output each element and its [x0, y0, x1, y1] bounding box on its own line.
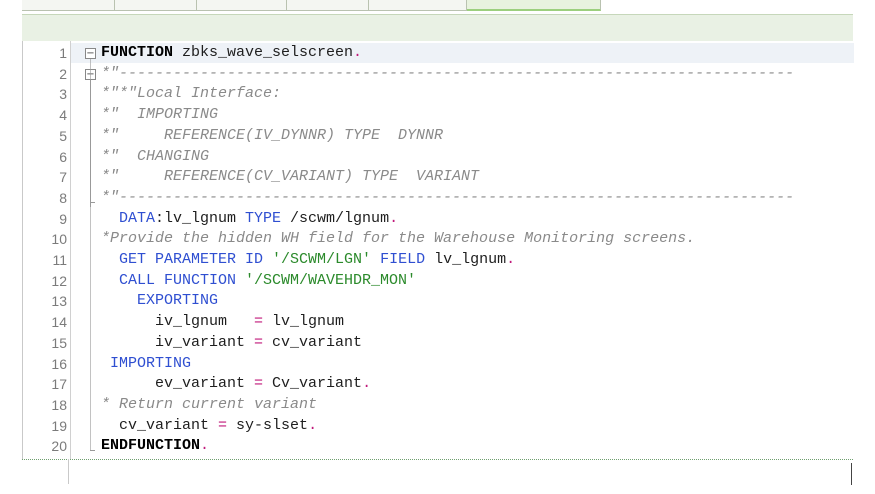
line-number: 12	[51, 272, 67, 289]
code-token: .	[362, 375, 372, 393]
collapse-toggle-icon[interactable]: −	[85, 48, 96, 59]
code-token: *" IMPORTING	[101, 106, 219, 124]
code-token: *"--------------------------------------…	[101, 188, 795, 206]
tab-active[interactable]	[467, 0, 601, 11]
code-line[interactable]: ev_variant = Cv_variant.	[101, 374, 371, 394]
code-line[interactable]: CALL FUNCTION '/SCWM/WAVEHDR_MON'	[101, 271, 416, 291]
gutter-separator-bottom	[68, 459, 69, 484]
code-token: IMPORTING	[101, 354, 192, 372]
code-line[interactable]: DATA:lv_lgnum TYPE /scwm/lgnum.	[101, 209, 398, 229]
code-token: =	[254, 375, 264, 393]
code-token: '/SCWM/LGN'	[272, 251, 372, 268]
line-number: 4	[59, 107, 67, 124]
line-number: 13	[51, 293, 67, 310]
code-token: *" CHANGING	[101, 147, 210, 165]
code-line[interactable]: IMPORTING	[101, 354, 191, 374]
line-number: 7	[59, 169, 67, 186]
code-token: =	[218, 416, 228, 434]
tab-5[interactable]	[369, 0, 467, 11]
line-number: 5	[59, 127, 67, 144]
scroll-edge-marker	[851, 463, 852, 485]
code-token: .	[389, 209, 399, 227]
code-line[interactable]: *" REFERENCE(IV_DYNNR) TYPE DYNNR	[101, 126, 443, 146]
code-line[interactable]: FUNCTION zbks_wave_selscreen.	[101, 43, 362, 63]
editor-bottom-border	[22, 459, 853, 461]
line-number: 19	[51, 417, 67, 434]
code-line[interactable]: ENDFUNCTION.	[101, 436, 209, 456]
line-number: 3	[59, 86, 67, 103]
tab-1[interactable]	[22, 0, 115, 11]
editor-toolbar	[22, 14, 853, 41]
tab-4[interactable]	[287, 0, 369, 11]
code-line[interactable]: EXPORTING	[101, 291, 218, 311]
code-token: cv_variant	[263, 333, 363, 351]
tab-strip	[0, 0, 853, 14]
code-token: /scwm/lgnum	[281, 209, 390, 227]
code-line[interactable]: *Provide the hidden WH field for the War…	[101, 229, 695, 249]
code-token: .	[506, 251, 516, 268]
line-number: 10	[51, 231, 67, 248]
code-token: *"*"Local Interface:	[101, 85, 282, 103]
code-line[interactable]: *" IMPORTING	[101, 105, 218, 125]
line-number: 8	[59, 189, 67, 206]
code-line[interactable]: *"*"Local Interface:	[101, 84, 281, 104]
code-token: iv_variant	[101, 333, 255, 351]
code-token: sy-slset	[227, 416, 309, 434]
code-token: *" REFERENCE(CV_VARIANT) TYPE VARIANT	[101, 168, 480, 186]
code-token: ENDFUNCTION	[101, 437, 201, 455]
code-token: ev_variant	[101, 375, 255, 393]
code-token: lv_lgnum	[263, 313, 345, 331]
line-number: 16	[51, 355, 67, 372]
line-number: 17	[51, 376, 67, 393]
code-token: =	[254, 333, 264, 351]
line-number: 6	[59, 148, 67, 165]
code-line[interactable]: *" CHANGING	[101, 147, 209, 167]
code-token: GET PARAMETER ID	[101, 251, 273, 268]
code-token: .	[308, 416, 318, 434]
code-token: iv_lgnum	[101, 313, 255, 331]
line-number: 11	[52, 252, 67, 268]
code-line[interactable]: *" REFERENCE(CV_VARIANT) TYPE VARIANT	[101, 167, 479, 187]
line-number: 2	[59, 65, 67, 82]
code-token: CALL FUNCTION	[101, 271, 246, 289]
code-token: FUNCTION	[101, 44, 174, 61]
fold-guide-line-outer	[90, 59, 91, 451]
code-line[interactable]: *"--------------------------------------…	[101, 64, 794, 84]
code-line[interactable]: iv_variant = cv_variant	[101, 333, 362, 353]
code-editor[interactable]: 1 FUNCTION zbks_wave_selscreen. −2 *"------…	[22, 41, 854, 459]
line-number: 1	[59, 45, 67, 61]
code-token: .	[200, 437, 210, 455]
code-token: .	[353, 44, 363, 61]
tab-2[interactable]	[115, 0, 197, 11]
code-token: EXPORTING	[101, 292, 219, 310]
code-token: Cv_variant	[263, 375, 363, 393]
code-token: :lv_lgnum	[155, 209, 246, 227]
code-token: =	[254, 313, 264, 331]
code-token: *"--------------------------------------…	[101, 64, 795, 82]
line-number: 14	[51, 314, 67, 331]
code-token: TYPE	[245, 209, 282, 227]
code-line[interactable]: * Return current variant	[101, 395, 317, 415]
code-line[interactable]: cv_variant = sy-slset.	[101, 416, 317, 436]
code-token: '/SCWM/WAVEHDR_MON'	[245, 271, 417, 289]
code-line[interactable]: *"--------------------------------------…	[101, 188, 794, 208]
code-token: *" REFERENCE(IV_DYNNR) TYPE DYNNR	[101, 126, 444, 144]
code-token: * Return current variant	[101, 395, 318, 413]
code-token: *Provide the hidden WH field for the War…	[101, 230, 696, 248]
tab-3[interactable]	[197, 0, 287, 11]
code-token: zbks_wave_selscreen	[173, 44, 354, 61]
line-number: 18	[51, 396, 67, 413]
code-token: lv_lgnum	[425, 251, 507, 268]
code-token: cv_variant	[101, 416, 219, 434]
code-token: DATA	[101, 209, 156, 227]
code-line[interactable]: GET PARAMETER ID '/SCWM/LGN' FIELD lv_lg…	[101, 250, 515, 270]
line-number: 20	[51, 438, 67, 455]
code-token: FIELD	[371, 251, 426, 268]
code-line[interactable]: iv_lgnum = lv_lgnum	[101, 312, 344, 332]
fold-end-marker	[90, 450, 95, 452]
line-number: 9	[59, 210, 67, 227]
line-number: 15	[51, 334, 67, 351]
tabs-row	[22, 0, 601, 12]
